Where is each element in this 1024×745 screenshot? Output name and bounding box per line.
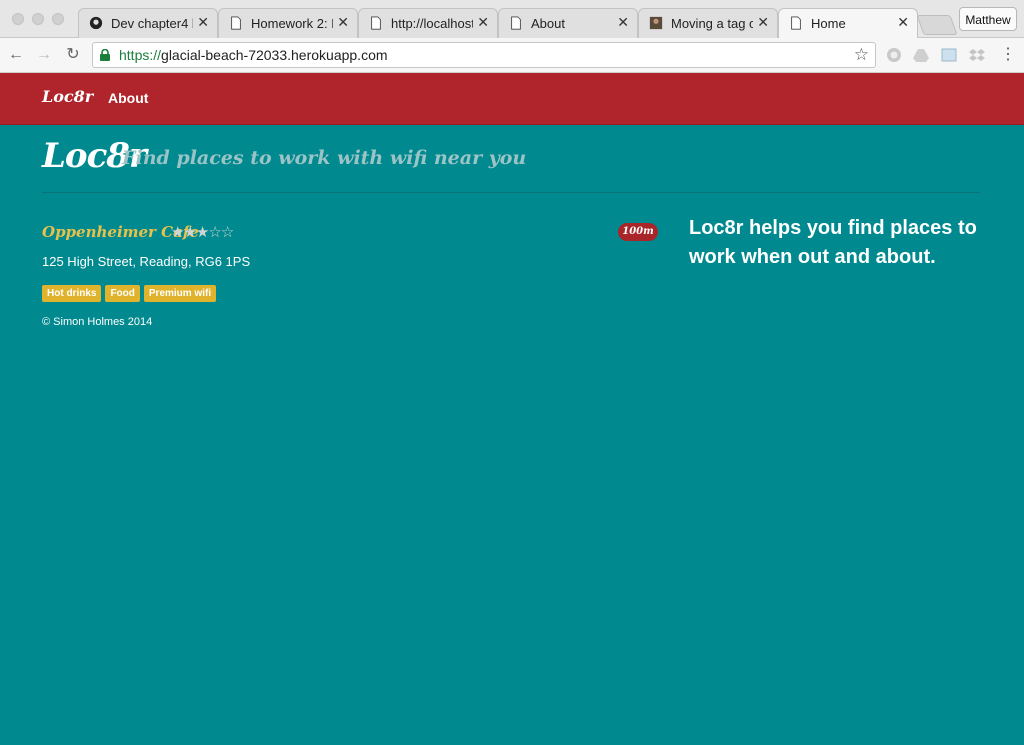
bookmark-star-icon[interactable]: ☆ [854,45,869,65]
lock-icon [100,49,110,61]
new-tab-button[interactable] [916,15,958,35]
tab-title: About [531,16,565,31]
facility-badge: Premium wifi [143,285,217,302]
close-tab-icon[interactable]: ✕ [477,14,489,31]
drive-icon[interactable] [913,47,929,63]
star-filled-icon: ★ [195,224,209,241]
tab-dev-chapter4[interactable]: Dev chapter4 b ✕ [78,8,218,38]
star-empty-icon: ☆ [220,224,234,241]
footer-copyright: © Simon Holmes 2014 [42,316,153,328]
screenshot-extension-icon[interactable] [941,47,957,63]
navbar-brand[interactable]: Loc8r [42,87,93,106]
facility-badge: Hot drinks [42,285,102,302]
dropbox-icon[interactable] [969,47,985,63]
close-window-button[interactable] [12,13,24,25]
extension-icon[interactable] [886,47,902,63]
page-icon [371,16,381,30]
tab-title: Homework 2: M [251,16,333,31]
tab-title: Home [811,16,846,31]
back-icon[interactable]: ← [6,45,26,65]
star-filled-icon: ★ [183,224,196,241]
browser-toolbar: ← → ↻ https://glacial-beach-72033.heroku… [0,38,1024,73]
page-header: Loc8r Find places to work with wifi near… [42,130,980,193]
star-empty-icon: ☆ [208,224,221,241]
facilities-list: Hot drinks Food Premium wifi [42,285,220,303]
url-scheme: https:// [119,47,162,63]
facility-badge: Food [105,285,140,302]
minimize-window-button[interactable] [32,13,44,25]
tab-title: http://localhost [391,16,473,31]
browser-chrome: Dev chapter4 b ✕ Homework 2: M ✕ http://… [0,0,1024,73]
reload-icon[interactable]: ↻ [63,45,83,65]
close-tab-icon[interactable]: ✕ [197,14,209,31]
tab-moving-a-tag[interactable]: Moving a tag o ✕ [638,8,778,38]
tab-localhost[interactable]: http://localhost ✕ [358,8,498,38]
star-filled-icon: ★ [171,224,184,241]
location-address: 125 High Street, Reading, RG6 1PS [42,254,251,269]
url-host: glacial-beach-72033.herokuapp.com [161,47,388,63]
url-text: https://glacial-beach-72033.herokuapp.co… [119,47,388,63]
tab-home[interactable]: Home ✕ [778,8,918,39]
tab-title: Moving a tag o [671,16,753,31]
close-tab-icon[interactable]: ✕ [337,14,349,31]
close-tab-icon[interactable]: ✕ [897,14,909,31]
tab-homework-2[interactable]: Homework 2: M ✕ [218,8,358,38]
tab-strip: Dev chapter4 b ✕ Homework 2: M ✕ http://… [0,0,1024,39]
site-navbar: Loc8r About [0,73,1024,125]
close-tab-icon[interactable]: ✕ [757,14,769,31]
tab-title: Dev chapter4 b [111,16,193,31]
page-tagline: Find places to work with wifi near you [122,147,527,169]
zoom-window-button[interactable] [52,13,64,25]
nav-link-about[interactable]: About [108,90,148,106]
forward-icon[interactable]: → [34,45,54,65]
page-icon [511,16,521,30]
github-icon [89,16,103,30]
page-icon [791,16,801,30]
rating-stars: ★★★☆☆ [171,223,234,241]
close-tab-icon[interactable]: ✕ [617,14,629,31]
sidebar-description: Loc8r helps you find places to work when… [689,217,977,268]
distance-badge: 100m [618,223,658,241]
profile-button[interactable]: Matthew [959,7,1017,31]
page-icon [231,16,241,30]
tab-about[interactable]: About ✕ [498,8,638,38]
avatar-icon [649,16,663,30]
address-bar[interactable]: https://glacial-beach-72033.herokuapp.co… [92,42,876,68]
browser-menu-icon[interactable]: ⋮ [1000,47,1016,63]
